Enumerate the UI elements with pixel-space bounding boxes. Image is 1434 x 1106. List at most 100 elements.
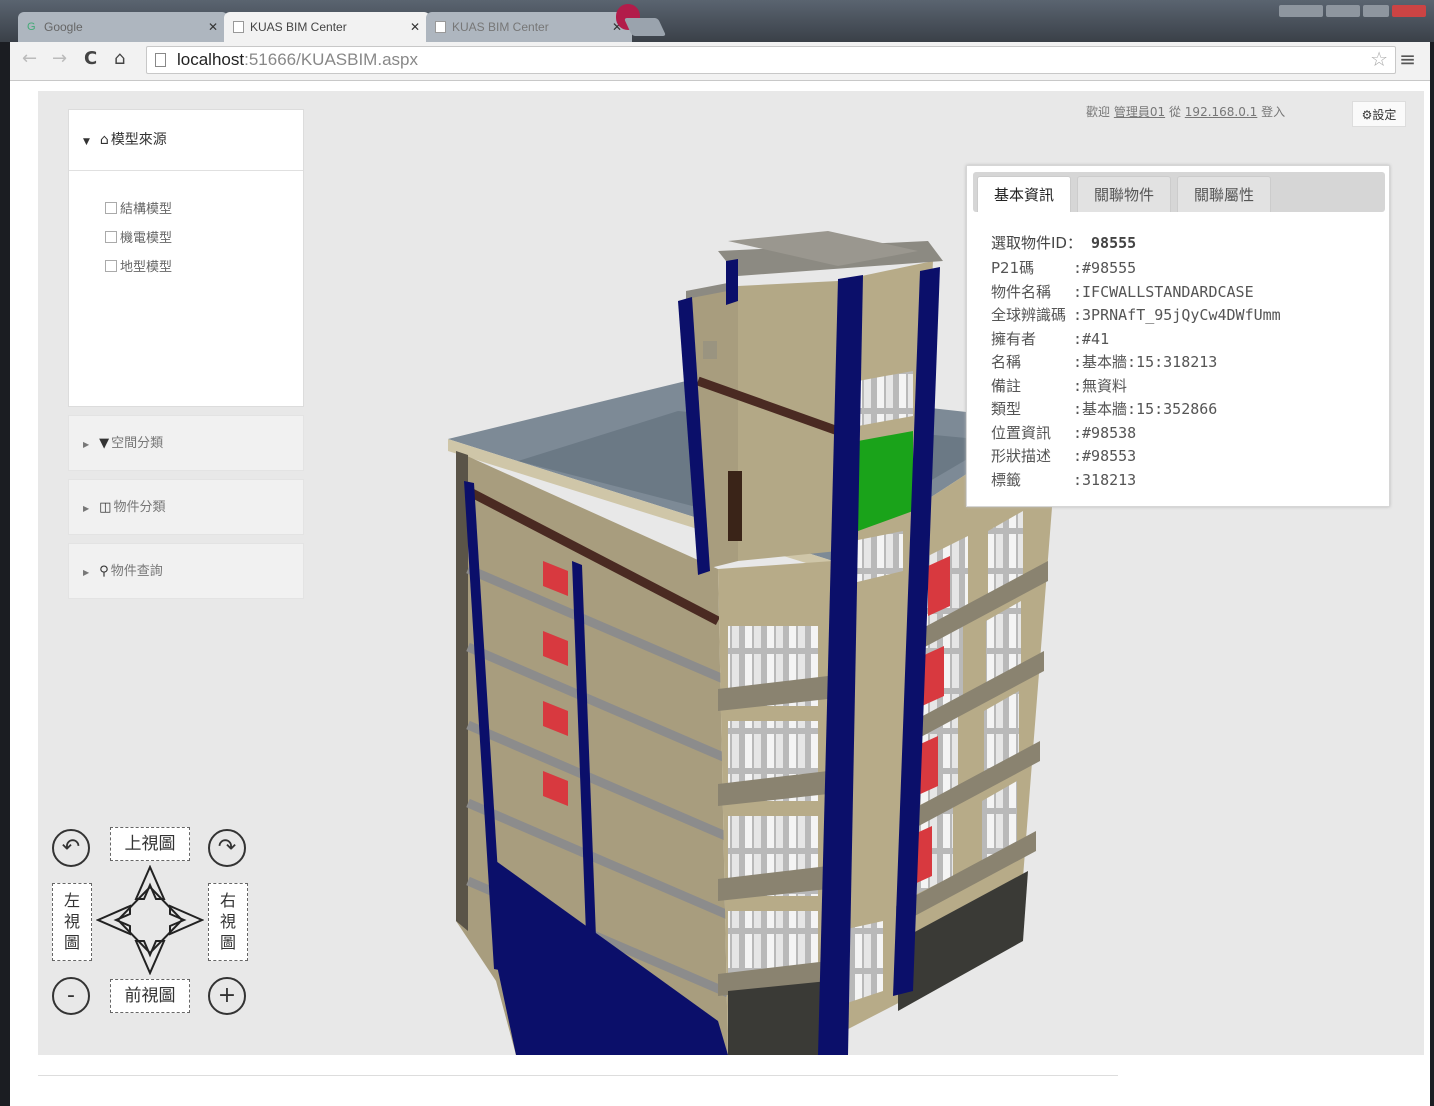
model-source-header[interactable]: ▼ ⌂ 模型來源 xyxy=(69,110,303,171)
tab-basic-info[interactable]: 基本資訊 xyxy=(977,176,1071,212)
info-field-key: 標籤 xyxy=(991,470,1022,489)
info-field-row: 類型 :基本牆:15:352866 xyxy=(991,398,1217,419)
tab-label: KUAS BIM Center xyxy=(452,20,549,34)
minimize-icon[interactable] xyxy=(1326,5,1360,17)
info-field-row: 名稱 :基本牆:15:318213 xyxy=(991,351,1217,372)
accordion-object-category[interactable]: ▶ ◫ 物件分類 xyxy=(68,479,304,535)
forward-icon[interactable]: → xyxy=(52,48,67,69)
info-field-value: :IFCWALLSTANDARDCASE xyxy=(1073,282,1254,301)
info-field-key: 備註 xyxy=(991,376,1022,395)
reload-icon[interactable]: C xyxy=(84,48,97,69)
filter-icon: ▼ xyxy=(99,436,110,451)
info-field-row: 全球辨識碼 :3PRNAfT_95jQyCw4DWfUmm xyxy=(991,304,1281,325)
zoom-in-button[interactable]: + xyxy=(208,977,246,1015)
info-field-key: 擁有者 xyxy=(991,329,1037,348)
info-field-key: P21碼 xyxy=(991,259,1035,277)
info-field-row: 位置資訊 :#98538 xyxy=(991,422,1136,443)
caret-right-icon: ▶ xyxy=(83,440,90,449)
accordion-object-search[interactable]: ▶ ⚲ 物件查詢 xyxy=(68,543,304,599)
info-field-value: :基本牆:15:318213 xyxy=(1073,353,1218,371)
home-icon[interactable]: ⌂ xyxy=(114,48,125,69)
rotate-left-icon: ↶ xyxy=(61,835,81,860)
caret-right-icon: ▶ xyxy=(83,568,90,577)
page-content: ▼ ⌂ 模型來源 結構模型 機電模型 地型模型 ▶ ▼ 空間分類 ▶ ◫ 物件分類 ▶ ⚲ 物件… xyxy=(10,81,1430,1106)
model-source-panel: ▼ ⌂ 模型來源 結構模型 機電模型 地型模型 xyxy=(68,109,304,407)
gear-icon: ⚙ xyxy=(1361,108,1373,122)
info-field-key: 物件名稱 xyxy=(991,282,1052,301)
browser-tab-kuas-active[interactable]: KUAS BIM Center ✕ xyxy=(224,12,430,42)
caret-right-icon: ▶ xyxy=(83,504,90,513)
google-favicon-icon: G xyxy=(27,21,36,33)
info-field-value: :基本牆:15:352866 xyxy=(1073,400,1218,418)
front-view-button[interactable]: 前視圖 xyxy=(110,979,190,1013)
info-field-key: 全球辨識碼 xyxy=(991,306,1067,324)
pan-left-arrow[interactable] xyxy=(96,904,131,936)
close-window-icon[interactable] xyxy=(1392,5,1426,17)
info-field-row: P21碼 :#98555 xyxy=(991,257,1136,278)
page-icon xyxy=(155,53,166,67)
window-controls xyxy=(1276,2,1426,17)
browser-tab-google[interactable]: G Google ✕ xyxy=(18,12,228,42)
tab-label: Google xyxy=(44,20,83,34)
login-status: 歡迎 管理員01 從 192.168.0.1 登入 xyxy=(1086,105,1286,119)
user-icon[interactable] xyxy=(1279,5,1323,17)
browser-toolbar: ← → C ⌂ localhost:51666/KUASBIM.aspx ☆ ≡ xyxy=(10,42,1430,81)
selected-object-id: 選取物件ID： 98555 xyxy=(991,234,1137,252)
rotate-right-icon: ↷ xyxy=(217,835,237,860)
username-link[interactable]: 管理員01 xyxy=(1114,105,1165,119)
pan-down-arrow[interactable] xyxy=(134,940,166,975)
info-field-key: 名稱 xyxy=(991,353,1022,371)
info-field-value: :3PRNAfT_95jQyCw4DWfUmm xyxy=(1073,306,1281,324)
pan-up-arrow[interactable] xyxy=(134,865,166,900)
top-view-button[interactable]: 上視圖 xyxy=(110,827,190,861)
rotate-left-button[interactable]: ↶ xyxy=(52,829,90,867)
info-tab-bar: 基本資訊 關聯物件 關聯屬性 xyxy=(973,172,1385,212)
rotate-right-button[interactable]: ↷ xyxy=(208,829,246,867)
model-checkbox-terrain[interactable]: 地型模型 xyxy=(105,256,172,275)
tab-related-objects[interactable]: 關聯物件 xyxy=(1077,176,1171,212)
model-checkbox-structure[interactable]: 結構模型 xyxy=(105,198,172,217)
info-field-row: 備註 :無資料 xyxy=(991,375,1127,396)
home-icon: ⌂ xyxy=(99,132,109,148)
info-field-value: :318213 xyxy=(1073,470,1137,489)
accordion-space-category[interactable]: ▶ ▼ 空間分類 xyxy=(68,415,304,471)
back-icon[interactable]: ← xyxy=(22,48,37,69)
info-field-row: 標籤 :318213 xyxy=(991,469,1136,490)
browser-tab-kuas[interactable]: KUAS BIM Center ✕ xyxy=(426,12,632,42)
right-view-button[interactable]: 右視圖 xyxy=(208,883,248,961)
close-tab-icon[interactable]: ✕ xyxy=(208,12,218,42)
model-source-title: 模型來源 xyxy=(110,132,167,148)
browser-tab-strip: G Google ✕ KUAS BIM Center ✕ KUAS BIM Ce… xyxy=(0,0,1434,42)
info-field-key: 類型 xyxy=(991,400,1022,418)
address-bar[interactable]: localhost:51666/KUASBIM.aspx xyxy=(146,46,1396,74)
info-field-key: 形狀描述 xyxy=(991,447,1052,465)
info-field-key: 位置資訊 xyxy=(991,423,1052,442)
new-tab-button[interactable] xyxy=(623,18,667,36)
bookmark-star-icon[interactable]: ☆ xyxy=(1370,47,1388,71)
maximize-icon[interactable] xyxy=(1363,5,1389,17)
info-field-row: 物件名稱 :IFCWALLSTANDARDCASE xyxy=(991,281,1254,302)
close-tab-icon[interactable]: ✕ xyxy=(410,12,420,42)
caret-down-icon: ▼ xyxy=(83,137,90,147)
left-view-button[interactable]: 左視圖 xyxy=(52,883,92,961)
menu-icon[interactable]: ≡ xyxy=(1399,47,1416,71)
cube-icon: ◫ xyxy=(99,500,112,515)
search-icon: ⚲ xyxy=(99,564,109,579)
zoom-out-button[interactable]: - xyxy=(52,977,90,1015)
tab-label: KUAS BIM Center xyxy=(250,20,347,34)
tab-related-properties[interactable]: 關聯屬性 xyxy=(1177,176,1271,212)
info-field-value: :#41 xyxy=(1073,329,1110,348)
page-favicon-icon xyxy=(435,21,446,33)
settings-button[interactable]: ⚙設定 xyxy=(1352,101,1406,127)
page-favicon-icon xyxy=(233,21,244,33)
pan-right-arrow[interactable] xyxy=(169,904,204,936)
info-field-value: :#98538 xyxy=(1073,423,1137,442)
object-info-panel: 基本資訊 關聯物件 關聯屬性 選取物件ID： 98555 P21碼 :#98555… xyxy=(966,165,1390,507)
info-field-row: 擁有者 :#41 xyxy=(991,328,1109,349)
info-field-value: :#98555 xyxy=(1073,259,1137,277)
url-path: :51666/KUASBIM.aspx xyxy=(244,50,418,69)
info-field-value: :無資料 xyxy=(1073,376,1128,395)
ip-link[interactable]: 192.168.0.1 xyxy=(1185,105,1258,119)
url-host: localhost xyxy=(177,50,245,69)
model-checkbox-mep[interactable]: 機電模型 xyxy=(105,227,172,246)
